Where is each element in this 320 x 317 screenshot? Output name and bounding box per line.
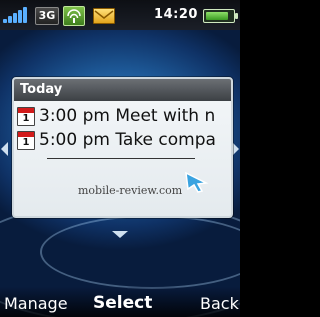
- home-screen: 3G 14:20 Today 1 3:00 pm Meet with n 1 5…: [0, 0, 240, 317]
- pointer-arrow-icon: [185, 171, 209, 193]
- wifi-icon: [63, 6, 85, 26]
- network-3g-icon: 3G: [35, 7, 59, 25]
- calendar-event-item[interactable]: 1 5:00 pm Take compa: [17, 129, 231, 151]
- status-bar: 3G 14:20: [0, 0, 240, 30]
- battery-level-fill: [206, 12, 228, 20]
- scroll-down-arrow-icon[interactable]: [112, 231, 128, 238]
- event-text: 3:00 pm Meet with n: [39, 106, 216, 126]
- select-softkey[interactable]: Select: [93, 293, 152, 313]
- watermark-text: mobile-review.com: [78, 184, 183, 197]
- calendar-icon: 1: [17, 131, 35, 150]
- battery-icon: [203, 9, 238, 23]
- manage-softkey[interactable]: Manage: [4, 294, 68, 313]
- divider: [47, 158, 195, 159]
- back-softkey[interactable]: Back: [200, 294, 239, 313]
- calendar-event-item[interactable]: 1 3:00 pm Meet with n: [17, 105, 231, 127]
- signal-strength-icon: [3, 5, 29, 25]
- envelope-icon: [93, 8, 115, 24]
- scroll-left-arrow-icon[interactable]: [1, 142, 8, 156]
- calendar-today-widget[interactable]: Today 1 3:00 pm Meet with n 1 5:00 pm Ta…: [12, 77, 233, 218]
- clock: 14:20: [154, 7, 198, 22]
- calendar-icon: 1: [17, 107, 35, 126]
- softkey-bar: Manage Select Back: [0, 287, 240, 317]
- event-text: 5:00 pm Take compa: [39, 130, 216, 150]
- scroll-right-arrow-icon[interactable]: [232, 142, 239, 156]
- widget-title: Today: [14, 79, 231, 101]
